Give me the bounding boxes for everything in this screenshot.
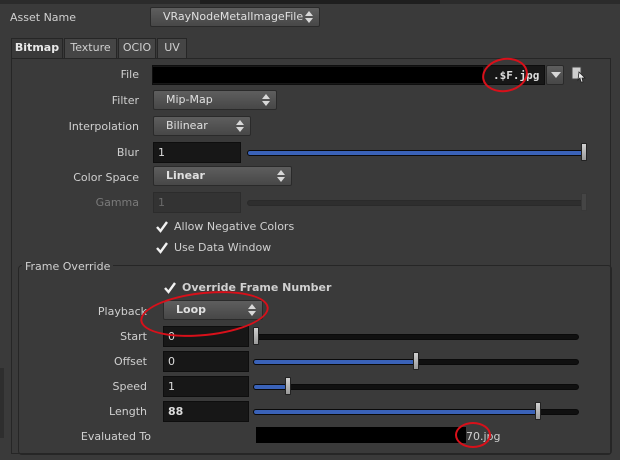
gamma-slider-track [247,200,587,206]
tab-ocio[interactable]: OCIO [118,38,156,58]
updown-arrows-icon [305,11,313,23]
updown-arrows-icon [262,94,270,106]
file-label: File [120,68,139,81]
interpolation-value: Bilinear [166,119,208,132]
frame-override-title: Frame Override [22,260,114,273]
blur-label: Blur [116,146,139,159]
checkmark-icon [164,282,176,294]
redacted-evaluated-path [256,427,466,443]
file-history-dropdown[interactable] [546,65,564,85]
color-space-dropdown[interactable]: Linear [153,166,292,186]
blur-slider-track[interactable] [247,150,587,156]
length-label: Length [109,405,147,418]
allow-negative-label[interactable]: Allow Negative Colors [174,220,294,233]
start-slider-track[interactable] [253,334,579,340]
speed-label: Speed [112,380,147,393]
tab-uv[interactable]: UV [157,38,187,58]
filter-value: Mip-Map [166,93,213,106]
offset-field[interactable]: 0 [163,351,249,372]
annotation-circle-evaluated [455,422,491,448]
gamma-label: Gamma [95,196,139,209]
length-slider-track[interactable] [253,409,579,415]
filter-dropdown[interactable]: Mip-Map [153,90,277,110]
checkmark-icon [156,242,168,254]
offset-slider-handle[interactable] [413,352,419,370]
tab-texture[interactable]: Texture [64,38,117,58]
top-strip [0,0,620,4]
offset-label: Offset [113,355,147,368]
interpolation-label: Interpolation [68,120,139,133]
length-slider-fill [254,410,540,414]
file-browse-icon[interactable] [571,66,587,83]
gamma-field: 1 [153,192,241,213]
color-space-label: Color Space [73,171,139,184]
speed-field[interactable]: 1 [163,376,249,397]
left-edge-strip [0,368,4,438]
evaluated-to-label: Evaluated To [80,430,151,443]
asset-name-dropdown[interactable]: VRayNodeMetalImageFile [150,7,320,27]
offset-slider-fill [254,360,416,364]
chevron-down-icon [551,72,561,78]
updown-arrows-icon [236,120,244,132]
speed-slider-fill [254,385,287,389]
redacted-path [153,67,483,83]
use-data-window-label[interactable]: Use Data Window [174,241,271,254]
length-field[interactable]: 88 [163,401,249,422]
asset-name-value: VRayNodeMetalImageFile [163,10,304,23]
override-frame-checkbox[interactable] [163,281,177,295]
gamma-slider-handle [581,193,587,211]
interpolation-dropdown[interactable]: Bilinear [153,116,251,136]
use-data-window-checkbox[interactable] [155,241,169,255]
updown-arrows-icon [277,170,285,182]
blur-slider-handle[interactable] [581,143,587,161]
start-slider-handle[interactable] [253,327,259,345]
playback-label: Playback [97,305,147,318]
checkmark-icon [156,221,168,233]
blur-slider-fill [248,151,586,155]
tab-bitmap[interactable]: Bitmap [11,38,63,58]
speed-slider-handle[interactable] [285,377,291,395]
color-space-value: Linear [166,169,205,182]
start-label: Start [120,330,147,343]
filter-label: Filter [111,94,139,107]
speed-slider-track[interactable] [253,384,579,390]
allow-negative-checkbox[interactable] [155,220,169,234]
blur-field[interactable]: 1 [153,142,241,163]
length-slider-handle[interactable] [534,402,541,420]
asset-name-label: Asset Name [10,11,77,24]
